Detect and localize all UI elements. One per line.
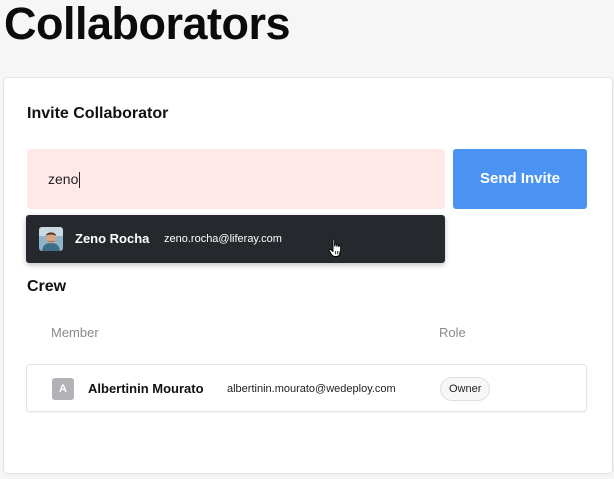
hand-cursor-icon bbox=[328, 238, 342, 257]
collaborators-card: Invite Collaborator zeno Send Invite Zen… bbox=[3, 77, 613, 474]
invite-search-input[interactable]: zeno bbox=[27, 149, 445, 209]
crew-heading: Crew bbox=[27, 278, 67, 295]
page-title: Collaborators bbox=[4, 0, 291, 49]
role-badge: Owner bbox=[440, 377, 491, 401]
invite-input-value: zeno bbox=[48, 171, 79, 187]
avatar: A bbox=[52, 378, 74, 400]
text-caret bbox=[79, 172, 81, 189]
column-header-member: Member bbox=[51, 325, 99, 340]
user-photo-icon bbox=[39, 227, 63, 251]
invite-collaborator-heading: Invite Collaborator bbox=[27, 105, 169, 122]
send-invite-button[interactable]: Send Invite bbox=[453, 149, 587, 209]
column-header-role: Role bbox=[439, 325, 466, 340]
member-name: Albertinin Mourato bbox=[88, 381, 204, 396]
member-email: albertinin.mourato@wedeploy.com bbox=[227, 383, 396, 395]
suggestion-email: zeno.rocha@liferay.com bbox=[164, 233, 282, 245]
autocomplete-suggestion[interactable]: Zeno Rocha zeno.rocha@liferay.com bbox=[26, 215, 445, 263]
table-row: A Albertinin Mourato albertinin.mourato@… bbox=[26, 364, 587, 412]
suggestion-name: Zeno Rocha bbox=[75, 231, 150, 246]
